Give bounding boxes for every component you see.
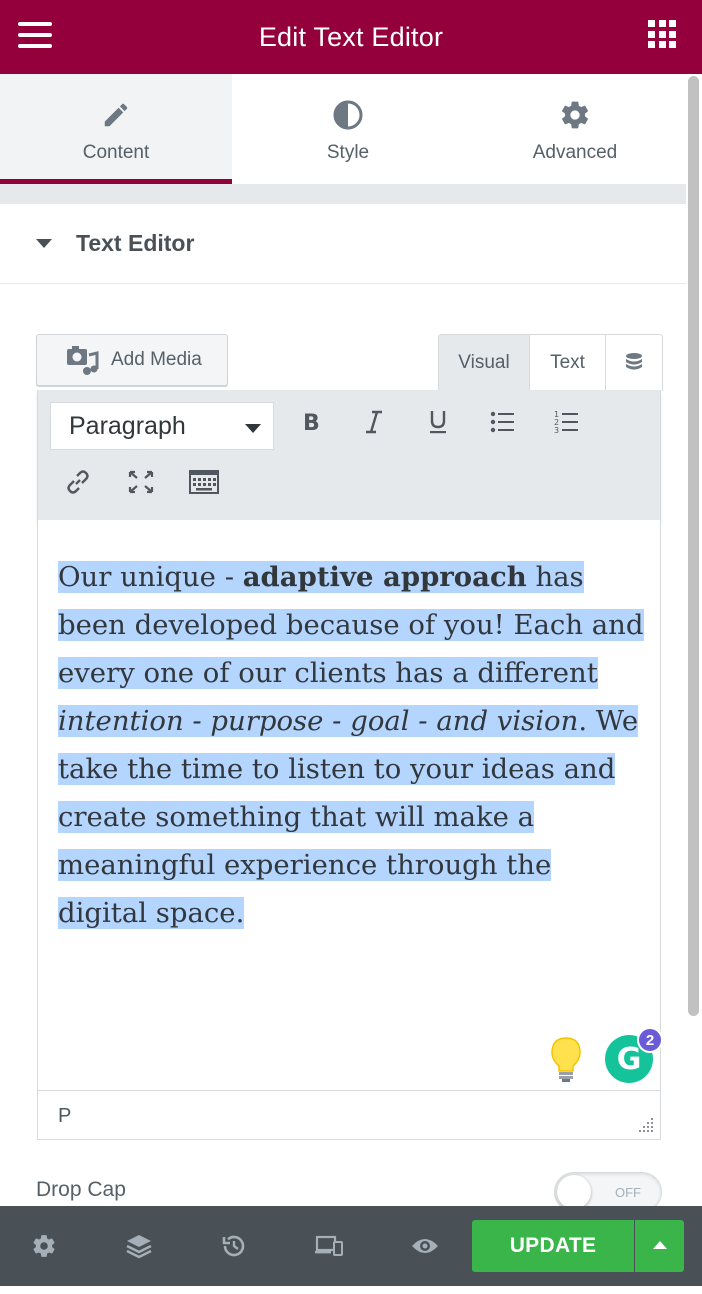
gear-icon: [33, 1235, 55, 1257]
grammarly-icon: G: [616, 1041, 642, 1077]
underline-icon: [430, 411, 446, 434]
widgets-grid-icon[interactable]: [648, 20, 676, 48]
text-run: . We take the time to listen to your ide…: [58, 705, 639, 929]
svg-text:B: B: [303, 411, 320, 433]
pencil-icon: [99, 98, 133, 132]
section-title: Text Editor: [76, 230, 195, 256]
half-circle-icon: [331, 98, 365, 132]
responsive-mode-button[interactable]: [314, 1231, 344, 1261]
link-button[interactable]: [58, 462, 98, 502]
settings-button[interactable]: [29, 1231, 59, 1261]
numbered-list-icon: 123: [554, 410, 578, 434]
italic-button[interactable]: [354, 402, 394, 442]
toolbar-toggle-button[interactable]: [184, 462, 224, 502]
add-media-button[interactable]: Add Media: [36, 334, 228, 386]
text-run-bold: adaptive approach: [242, 561, 527, 593]
dynamic-tags-button[interactable]: [606, 334, 663, 391]
tab-text[interactable]: Text: [530, 334, 606, 391]
svg-text:3: 3: [554, 426, 559, 434]
fullscreen-icon: [128, 470, 154, 494]
bold-button[interactable]: B: [291, 402, 331, 442]
editor-toolbar: Paragraph B 123: [37, 390, 661, 520]
panel-footer: UPDATE: [0, 1206, 702, 1286]
add-media-label: Add Media: [111, 349, 202, 370]
tab-style[interactable]: Style: [232, 74, 464, 184]
history-icon: [222, 1235, 245, 1257]
tab-label: Content: [82, 142, 150, 163]
bullet-list-button[interactable]: [482, 402, 522, 442]
tab-advanced[interactable]: Advanced: [464, 74, 686, 184]
caret-down-icon: [36, 239, 52, 248]
editor-text[interactable]: Our unique - adaptive approach has been …: [58, 553, 648, 937]
grammarly-button[interactable]: G 2: [605, 1027, 663, 1083]
update-button[interactable]: UPDATE: [472, 1220, 634, 1272]
fullscreen-button[interactable]: [121, 462, 161, 502]
grammarly-count-badge: 2: [637, 1027, 663, 1053]
element-path[interactable]: P: [58, 1105, 71, 1128]
toggle-knob: [557, 1175, 591, 1209]
history-button[interactable]: [219, 1231, 249, 1261]
panel-tabs: Content Style Advanced: [0, 74, 686, 184]
keyboard-icon: [189, 470, 219, 494]
tab-visual[interactable]: Visual: [438, 334, 530, 391]
eye-icon: [412, 1239, 438, 1253]
text-run: Our unique -: [58, 561, 243, 593]
section-text-editor[interactable]: Text Editor: [0, 204, 686, 284]
panel-title: Edit Text Editor: [258, 21, 444, 52]
link-icon: [67, 470, 89, 494]
editor-content-area[interactable]: Our unique - adaptive approach has been …: [37, 520, 663, 1090]
numbered-list-button[interactable]: 123: [546, 402, 586, 442]
format-select-value: Paragraph: [69, 411, 186, 440]
panel-header: Edit Text Editor: [0, 0, 702, 74]
bottom-edge: [0, 1286, 702, 1294]
media-icon: [67, 346, 99, 375]
tab-label: Style: [326, 142, 370, 163]
lightbulb-icon[interactable]: [546, 1035, 586, 1083]
caret-up-icon: [653, 1241, 667, 1249]
layers-icon: [126, 1235, 152, 1259]
update-options-button[interactable]: [635, 1220, 684, 1272]
bullet-list-icon: [490, 411, 514, 433]
resize-handle-icon[interactable]: [636, 1115, 654, 1133]
format-select[interactable]: Paragraph: [50, 402, 274, 450]
chevron-down-icon: [245, 424, 261, 433]
editor-mode-tabs: Visual Text: [438, 334, 663, 391]
scrollbar-thumb[interactable]: [688, 76, 699, 1016]
editor-statusbar: P: [37, 1090, 661, 1140]
menu-hamburger-icon[interactable]: [18, 22, 52, 48]
panel-scrollbar[interactable]: [686, 74, 702, 1206]
tab-content[interactable]: Content: [0, 74, 232, 184]
devices-icon: [315, 1235, 343, 1256]
drop-cap-label: Drop Cap: [36, 1178, 126, 1201]
toggle-state-label: OFF: [615, 1185, 641, 1200]
tabs-divider: [0, 184, 686, 204]
database-icon: [626, 353, 642, 370]
tab-label: Advanced: [532, 142, 618, 163]
preview-button[interactable]: [410, 1231, 440, 1261]
gear-icon: [558, 98, 592, 132]
text-run-italic: intention - purpose - goal - and vision: [58, 705, 579, 737]
navigator-button[interactable]: [124, 1231, 154, 1261]
underline-button[interactable]: [418, 402, 458, 442]
bold-icon: B: [303, 411, 320, 433]
italic-icon: [366, 410, 382, 434]
